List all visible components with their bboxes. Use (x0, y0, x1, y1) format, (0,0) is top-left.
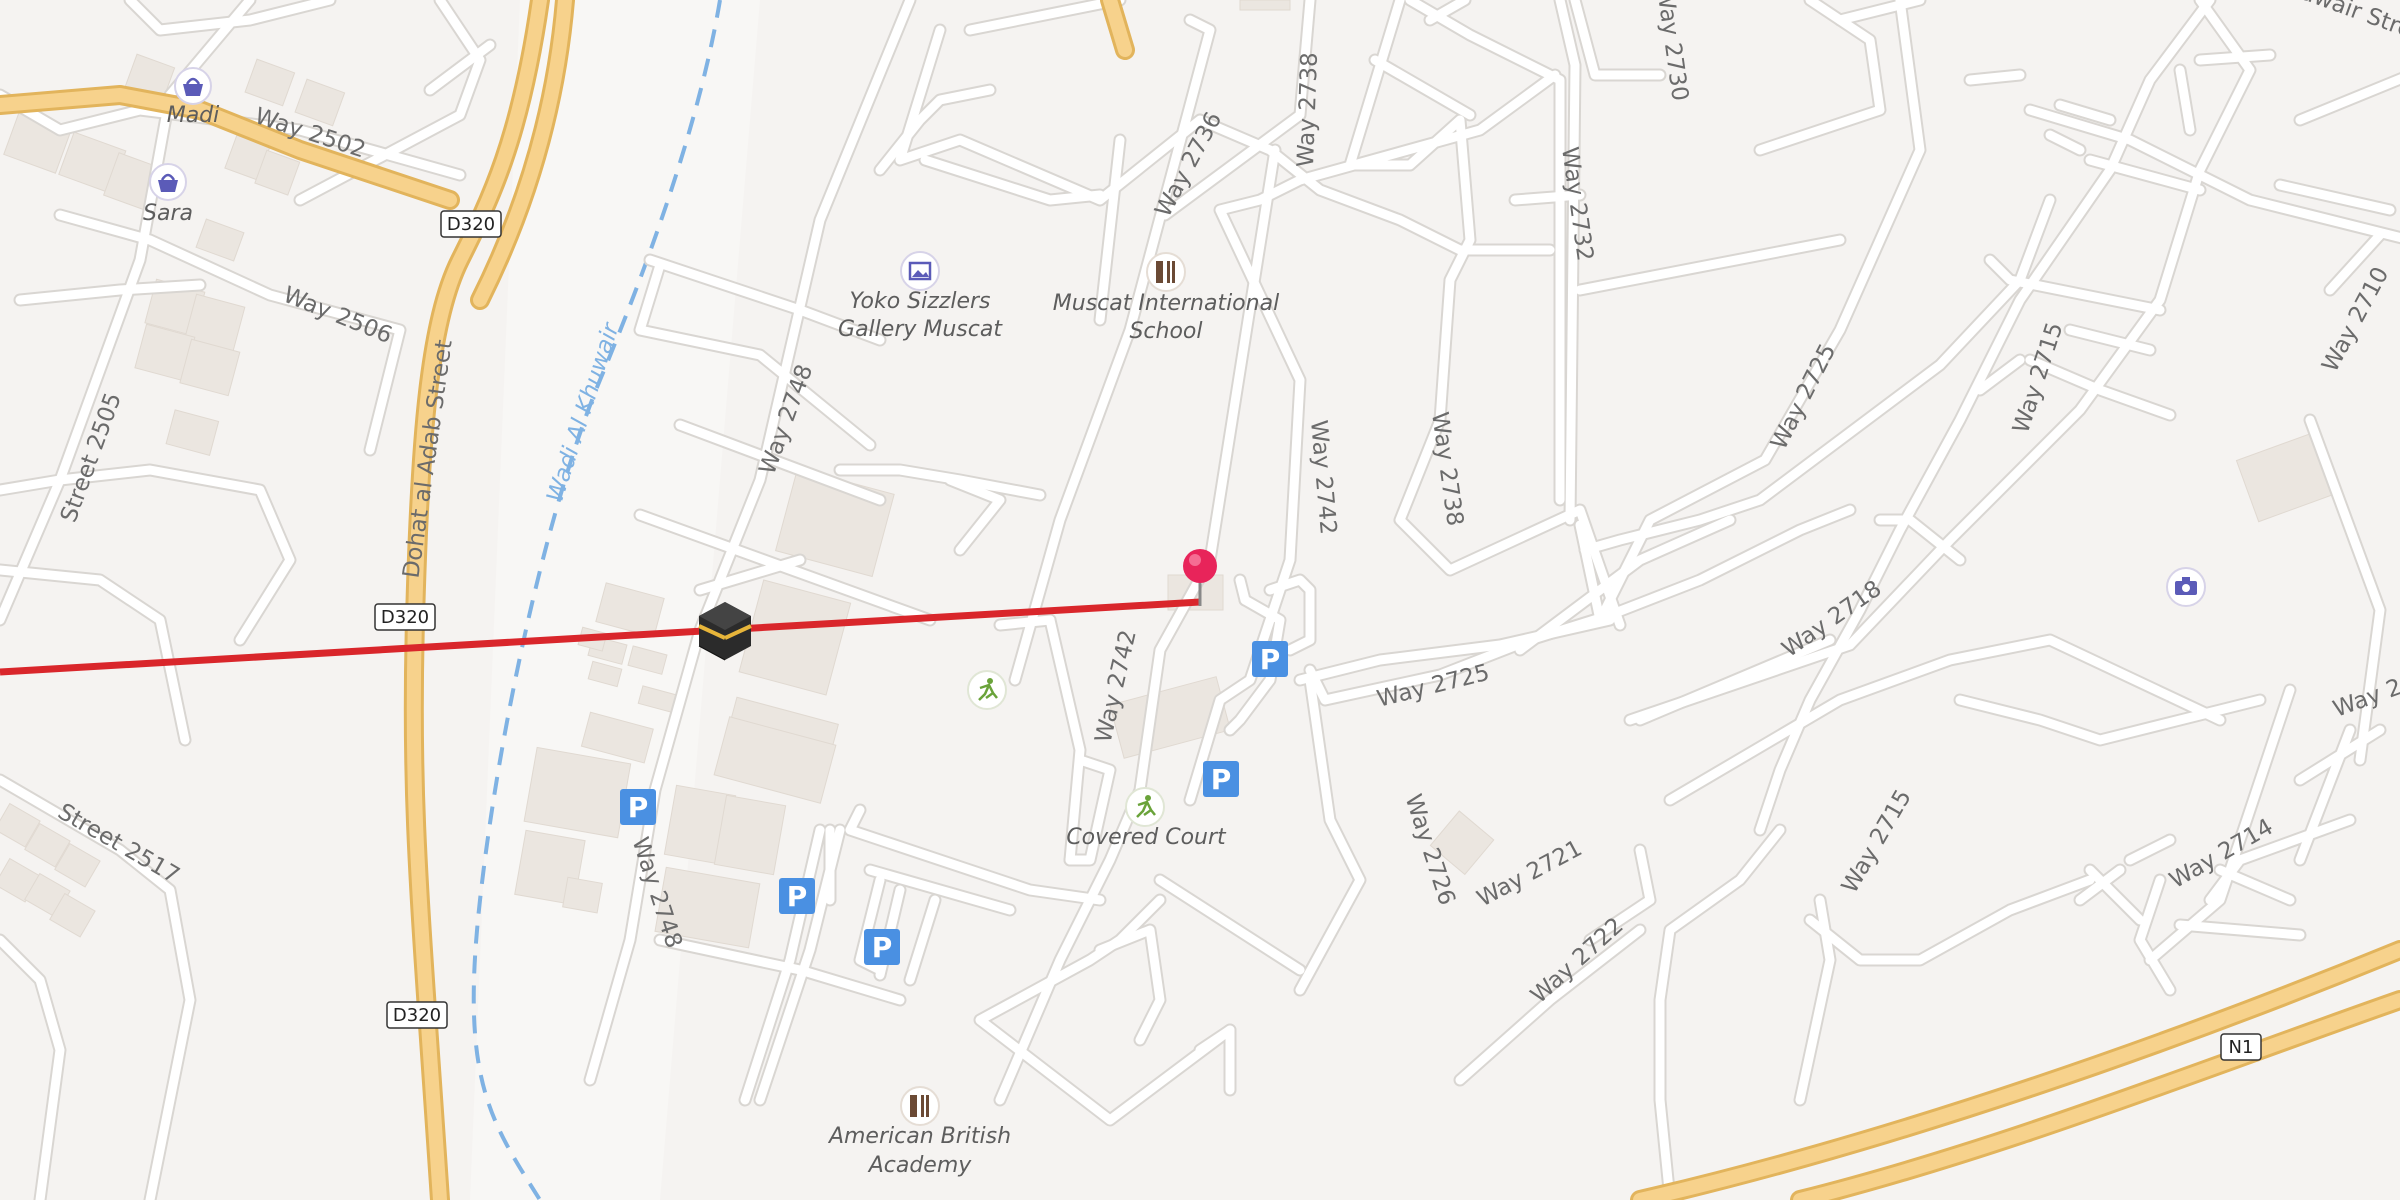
poi-label-sara: Sara (143, 201, 193, 226)
svg-text:P: P (787, 880, 808, 913)
poi-label-madi: Madi (167, 103, 220, 128)
poi-label-academy-1: American British (827, 1124, 1011, 1149)
svg-text:P: P (628, 791, 649, 824)
sports-icon[interactable] (1125, 787, 1165, 827)
sports-icon[interactable] (967, 670, 1007, 710)
map-canvas[interactable]: P P P P P Madi Sara Yoko Sizzlers Galler… (0, 0, 2400, 1200)
shield-n1: N1 (2220, 1033, 2262, 1061)
svg-text:D320: D320 (447, 214, 495, 235)
poi-label-yoko-2: Gallery Muscat (838, 317, 1003, 342)
shield-d320: D320 (440, 210, 502, 238)
parking-icon: P (779, 878, 815, 914)
svg-text:D320: D320 (381, 607, 429, 628)
road-label-way-2738-a: Way 2738 (1293, 52, 1323, 168)
shopping-basket-icon[interactable] (149, 163, 187, 201)
poi-label-school-2: School (1129, 319, 1202, 344)
gallery-icon[interactable] (900, 251, 940, 291)
svg-text:N1: N1 (2229, 1037, 2254, 1058)
svg-text:P: P (1211, 763, 1232, 796)
shopping-basket-icon[interactable] (174, 67, 212, 105)
poi-label-covered-court: Covered Court (1066, 825, 1227, 850)
school-icon[interactable] (900, 1086, 940, 1126)
svg-text:D320: D320 (393, 1005, 441, 1026)
shield-d320: D320 (374, 603, 436, 631)
poi-label-yoko-1: Yoko Sizzlers (849, 289, 990, 314)
school-icon[interactable] (1146, 252, 1186, 292)
camera-icon[interactable] (2166, 567, 2206, 607)
shield-d320: D320 (386, 1001, 448, 1029)
poi-label-school-1: Muscat International (1053, 291, 1279, 316)
parking-icon: P (1203, 761, 1239, 797)
poi-label-academy-2: Academy (867, 1153, 973, 1178)
parking-icon: P (864, 929, 900, 965)
parking-icon: P (1252, 641, 1288, 677)
parking-icon: P (620, 789, 656, 825)
svg-text:P: P (872, 931, 893, 964)
svg-text:P: P (1260, 643, 1281, 676)
